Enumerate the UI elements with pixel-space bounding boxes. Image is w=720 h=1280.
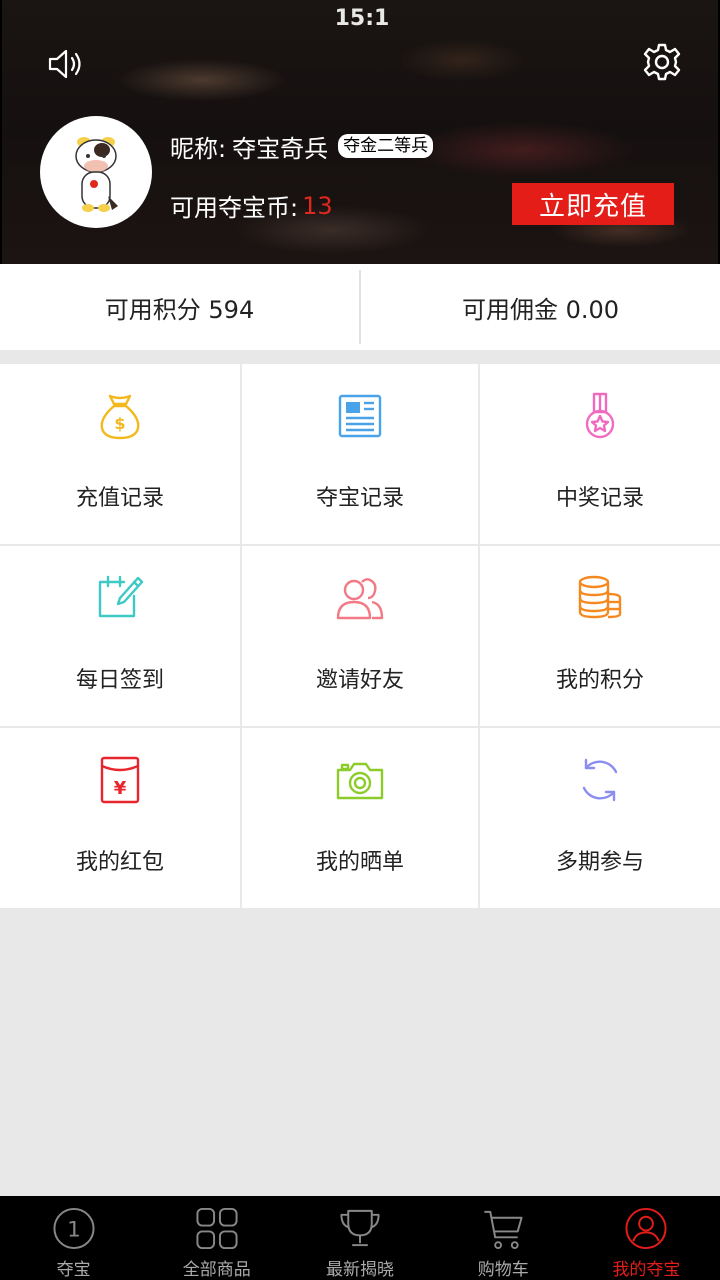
tab-label: 最新揭晓 bbox=[326, 1260, 394, 1280]
nickname-row: 昵称: 夺宝奇兵 夺金二等兵 bbox=[170, 128, 434, 164]
menu-item-daily-checkin[interactable]: 每日签到 bbox=[0, 546, 240, 726]
tab-latest-revealed[interactable]: 最新揭晓 bbox=[288, 1196, 431, 1280]
newspaper-icon bbox=[338, 394, 382, 438]
status-time: 15:1 bbox=[334, 6, 390, 31]
coins-label: 可用夺宝币: bbox=[170, 194, 299, 222]
grid-icon bbox=[196, 1207, 238, 1250]
cart-icon bbox=[484, 1210, 523, 1250]
tab-label: 夺宝 bbox=[56, 1260, 91, 1280]
menu-item-label: 夺宝记录 bbox=[315, 486, 404, 511]
menu-item-recharge-records[interactable]: $ 充值记录 bbox=[0, 364, 240, 544]
tab-label: 购物车 bbox=[477, 1260, 529, 1280]
menu-item-label: 我的晒单 bbox=[315, 850, 404, 875]
cow-mascot-icon bbox=[75, 137, 118, 212]
menu-item-treasure-records[interactable]: 夺宝记录 bbox=[242, 364, 478, 544]
recharge-button[interactable]: 立即充值 bbox=[512, 183, 674, 225]
money-bag-icon: $ bbox=[100, 394, 140, 440]
menu-item-label: 我的积分 bbox=[555, 668, 644, 693]
commission-balance[interactable]: 可用佣金 0.00 bbox=[361, 264, 720, 350]
balances-bar: 可用积分 594 可用佣金 0.00 bbox=[0, 264, 720, 350]
svg-text:1: 1 bbox=[67, 1217, 81, 1242]
camera-icon bbox=[336, 762, 384, 800]
menu-item-label: 中奖记录 bbox=[555, 486, 644, 511]
gear-icon[interactable] bbox=[642, 42, 682, 82]
nickname-value: 夺宝奇兵 bbox=[232, 134, 329, 163]
nickname-label: 昵称: bbox=[170, 134, 227, 163]
menu-item-label: 多期参与 bbox=[555, 850, 644, 875]
speaker-icon[interactable] bbox=[46, 44, 86, 84]
menu-item-label: 我的红包 bbox=[75, 850, 164, 875]
menu-item-my-showcase[interactable]: 我的晒单 bbox=[242, 728, 478, 908]
menu-item-label: 充值记录 bbox=[75, 486, 164, 511]
bottom-tab-bar: 1 夺宝 全部商品 最新揭晓 购物车 我的夺宝 bbox=[0, 1196, 720, 1280]
tab-label: 我的夺宝 bbox=[612, 1260, 681, 1280]
profile-header: 15:1 昵称: 夺宝奇兵 夺金二等兵 可用夺宝币: 13 立即充值 bbox=[0, 0, 720, 264]
menu-item-winning-records[interactable]: 中奖记录 bbox=[480, 364, 720, 544]
tab-my-treasure[interactable]: 我的夺宝 bbox=[575, 1196, 718, 1280]
medal-icon bbox=[585, 392, 615, 439]
red-envelope-icon: ¥ bbox=[100, 756, 140, 804]
svg-text:$: $ bbox=[114, 414, 125, 433]
refresh-icon bbox=[582, 758, 618, 802]
user-icon bbox=[625, 1207, 667, 1250]
number-one-icon: 1 bbox=[53, 1207, 95, 1250]
menu-item-my-points[interactable]: 我的积分 bbox=[480, 546, 720, 726]
tab-all-products[interactable]: 全部商品 bbox=[145, 1196, 288, 1280]
menu-item-invite-friends[interactable]: 邀请好友 bbox=[242, 546, 478, 726]
coin-stack-icon bbox=[578, 575, 622, 619]
svg-text:¥: ¥ bbox=[114, 778, 127, 799]
calendar-pencil-icon bbox=[98, 575, 144, 618]
friends-icon bbox=[336, 578, 384, 620]
rank-badge: 夺金二等兵 bbox=[338, 134, 434, 158]
trophy-icon bbox=[340, 1209, 380, 1247]
tab-label: 全部商品 bbox=[182, 1260, 251, 1280]
menu-item-multi-period[interactable]: 多期参与 bbox=[480, 728, 720, 908]
menu-grid: $ 充值记录 夺宝记录 中奖记录 每日签到 邀请好友 我的积分 ¥ 我的红包 我… bbox=[0, 364, 720, 908]
coins-row: 可用夺宝币: 13 bbox=[170, 188, 333, 223]
menu-item-red-envelope[interactable]: ¥ 我的红包 bbox=[0, 728, 240, 908]
menu-item-label: 每日签到 bbox=[75, 668, 164, 693]
points-balance[interactable]: 可用积分 594 bbox=[0, 264, 359, 350]
tab-treasure[interactable]: 1 夺宝 bbox=[2, 1196, 145, 1280]
avatar[interactable] bbox=[40, 116, 152, 228]
tab-cart[interactable]: 购物车 bbox=[432, 1196, 575, 1280]
menu-item-label: 邀请好友 bbox=[315, 668, 404, 693]
coins-value: 13 bbox=[302, 191, 333, 220]
